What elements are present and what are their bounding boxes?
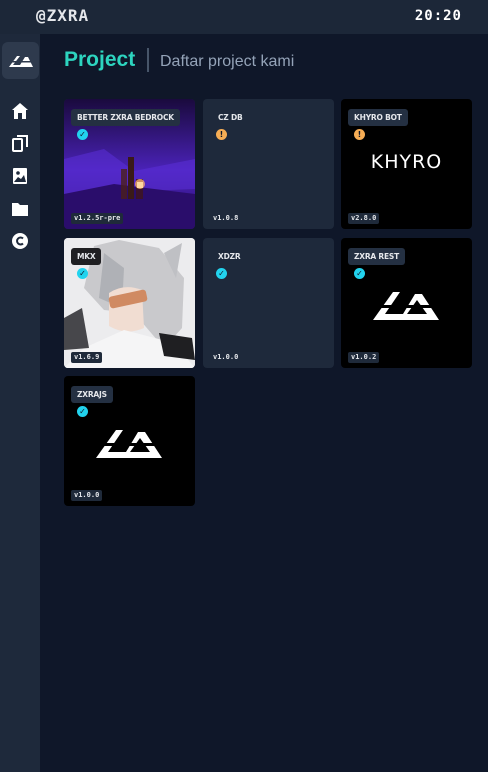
nav-copyright[interactable] — [10, 231, 30, 251]
verified-badge-icon: ✓ — [216, 268, 227, 279]
folder-icon — [12, 203, 28, 216]
project-card-better-zxra-bedrock[interactable]: BETTER ZXRA BEDROCK ✓ v1.2.5r-pre — [64, 99, 195, 229]
image-icon — [13, 168, 27, 184]
page-subtitle: Daftar project kami — [160, 53, 295, 70]
nav-folder[interactable] — [10, 199, 30, 219]
nav-home[interactable] — [10, 101, 30, 121]
project-version: v1.0.8 — [213, 214, 239, 222]
project-name: ZXRAJS — [71, 386, 113, 403]
copyright-icon — [12, 233, 28, 249]
collection-icon — [12, 135, 28, 152]
project-version: v2.8.0 — [348, 213, 380, 224]
header-divider — [147, 48, 149, 72]
verified-badge-icon: ✓ — [77, 129, 88, 140]
verified-badge-icon: ✓ — [354, 268, 365, 279]
project-name: MKX — [71, 248, 102, 265]
project-version: v1.0.0 — [71, 490, 103, 501]
project-card-mkx[interactable]: MKX ✓ v1.6.9 — [64, 238, 195, 368]
sidebar-logo[interactable] — [2, 42, 39, 79]
page-title: Project — [64, 48, 136, 71]
verified-badge-icon: ✓ — [77, 268, 88, 279]
warning-badge-icon: ! — [354, 129, 365, 140]
khyro-logo: KHYRO — [370, 151, 443, 173]
project-card-xdzr[interactable]: XDZR ✓ v1.0.0 — [203, 238, 334, 368]
warning-badge-icon: ! — [216, 129, 227, 140]
project-card-cz-db[interactable]: CZ DB ! v1.0.8 — [203, 99, 334, 229]
project-version: v1.6.9 — [71, 352, 103, 363]
project-card-khyro-bot[interactable]: KHYRO BOT ! KHYRO v2.8.0 — [341, 99, 472, 229]
nav-gallery[interactable] — [10, 166, 30, 186]
project-version: v1.2.5r-pre — [71, 213, 124, 224]
project-card-zxrajs[interactable]: ZXRAJS ✓ v1.0.0 — [64, 376, 195, 506]
home-icon — [12, 103, 28, 119]
project-version: v1.0.2 — [348, 352, 380, 363]
zxra-logo-icon — [8, 55, 33, 67]
top-bar: @ZXRA 20:20 — [0, 0, 488, 34]
verified-badge-icon: ✓ — [77, 406, 88, 417]
sidebar — [0, 34, 40, 772]
project-version: v1.0.0 — [213, 353, 239, 361]
project-card-zxra-rest[interactable]: ZXRA REST ✓ v1.0.2 — [341, 238, 472, 368]
project-name: BETTER ZXRA BEDROCK — [71, 109, 180, 126]
clock: 20:20 — [414, 8, 462, 24]
zxra-logo-icon — [96, 430, 162, 458]
project-name: CZ DB — [218, 113, 243, 122]
project-name: XDZR — [218, 252, 241, 261]
zxra-logo-icon — [373, 292, 439, 320]
brand-handle: @ZXRA — [36, 6, 90, 25]
nav-collection[interactable] — [10, 133, 30, 153]
project-name: ZXRA REST — [348, 248, 406, 265]
project-name: KHYRO BOT — [348, 109, 408, 126]
